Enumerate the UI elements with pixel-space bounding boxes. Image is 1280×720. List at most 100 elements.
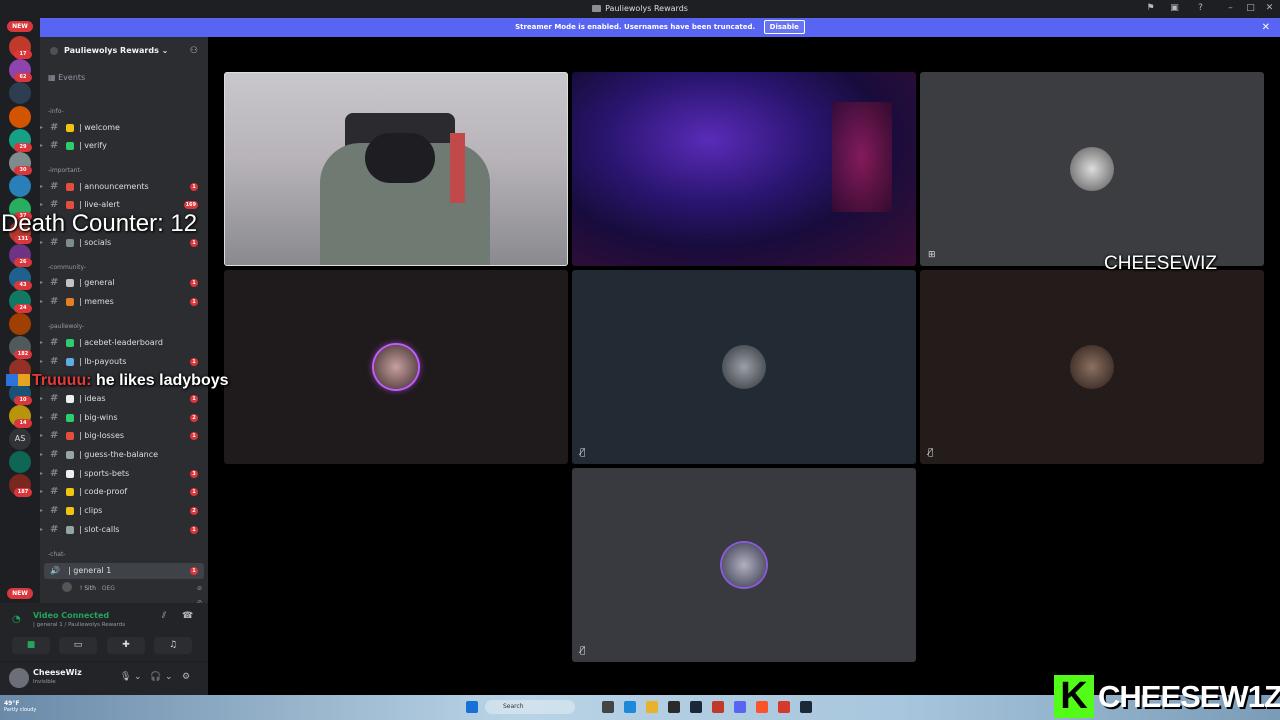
chevron-down-icon[interactable]: ⌄: [134, 672, 142, 682]
chevron-down-icon: ⌄: [158, 46, 169, 55]
video-tile-avatar-5[interactable]: 🎙̸: [572, 468, 916, 662]
close-banner-icon[interactable]: ✕: [1262, 18, 1270, 37]
channel-item[interactable]: ▸ # | verify: [40, 138, 208, 154]
events-item[interactable]: ▦ Events: [48, 73, 85, 82]
server-icon[interactable]: [9, 451, 31, 473]
steam-icon[interactable]: [690, 701, 702, 713]
screen-icon[interactable]: ▣: [1169, 3, 1180, 14]
server-icon[interactable]: [9, 82, 31, 104]
help-icon[interactable]: ?: [1195, 3, 1206, 14]
channel-item[interactable]: ▸ # | memes 1: [40, 294, 208, 310]
server-icon[interactable]: [9, 106, 31, 128]
channel-item[interactable]: ▸ # | big-wins 2: [40, 410, 208, 426]
settings-gear-icon[interactable]: ⚙: [182, 672, 190, 682]
channel-sidebar: Pauliewolys Rewards ⌄ ⚇ ▦ Events -info- …: [40, 37, 208, 603]
headphones-icon[interactable]: 🎧: [150, 672, 161, 682]
file-explorer-icon[interactable]: [646, 701, 658, 713]
soundboard-button[interactable]: ♫: [154, 637, 192, 654]
hash-icon: #: [50, 181, 59, 192]
channel-item[interactable]: ▸ # | slot-calls 1: [40, 522, 208, 538]
channel-item[interactable]: ▸ # | announcements 1: [40, 179, 208, 195]
channel-badge: 3: [190, 470, 198, 478]
hash-icon: #: [50, 393, 59, 404]
category-info[interactable]: -info-: [48, 108, 64, 115]
video-tile-webcam[interactable]: [224, 72, 568, 266]
user-name[interactable]: CheeseWiz: [33, 668, 82, 677]
video-tile-avatar-2[interactable]: [224, 270, 568, 464]
channel-item[interactable]: ▸ # | sports-bets 3: [40, 466, 208, 482]
shelf-shape: [450, 133, 465, 203]
channel-item[interactable]: ▸ # | code-proof 1: [40, 484, 208, 500]
channel-emoji-icon: [66, 142, 74, 150]
app-icon[interactable]: [778, 701, 790, 713]
chevron-down-icon[interactable]: ⌄: [165, 672, 173, 682]
channel-item[interactable]: ▸ # | clips 2: [40, 503, 208, 519]
discord-icon[interactable]: [734, 701, 746, 713]
voice-channel-badge: 1: [190, 567, 198, 575]
screen-share-button[interactable]: ▭: [59, 637, 97, 654]
channel-name: | verify: [79, 141, 107, 150]
chevron-right-icon: ▸: [40, 451, 44, 458]
start-icon[interactable]: [466, 701, 478, 713]
disable-button[interactable]: Disable: [763, 20, 805, 34]
voice-user[interactable]: ! Sith OEG ⊘ ⊘: [62, 582, 202, 603]
category-important[interactable]: -important-: [48, 167, 82, 174]
kick-channel-name: CHEESEW1Z: [1098, 679, 1280, 714]
invite-icon[interactable]: ⚇: [190, 37, 198, 65]
edge-icon[interactable]: [624, 701, 636, 713]
maximize-icon[interactable]: □: [1245, 3, 1256, 14]
server-badge: 30: [14, 166, 32, 175]
dm-avatar[interactable]: AS: [9, 428, 31, 450]
task-view-icon[interactable]: [602, 701, 614, 713]
app-icon[interactable]: [712, 701, 724, 713]
channel-emoji-icon: [66, 358, 74, 366]
brave-icon[interactable]: [756, 701, 768, 713]
chevron-right-icon: ▸: [40, 414, 44, 421]
close-window-icon[interactable]: ✕: [1264, 3, 1275, 14]
weather-widget[interactable]: 49°F Partly cloudy: [4, 700, 36, 713]
chat-overlay: Truuuu: he likes ladyboys: [6, 372, 229, 390]
channel-name: | acebet-leaderboard: [79, 338, 163, 347]
channel-item[interactable]: ▸ # | guess-the-balance: [40, 447, 208, 463]
voice-status-title[interactable]: Video Connected: [33, 611, 109, 620]
video-tile-avatar-1[interactable]: ⊞: [920, 72, 1264, 266]
voice-status-subtitle[interactable]: | general 1 / Pauliewolys Rewards: [33, 622, 125, 628]
hash-icon: #: [50, 277, 59, 288]
voice-channel-general-1[interactable]: 🔊 | general 1 1: [44, 563, 204, 579]
camera-button[interactable]: ■: [12, 637, 50, 654]
user-avatar[interactable]: [9, 668, 29, 688]
noise-suppression-icon[interactable]: ⫽: [162, 611, 166, 621]
disconnect-icon[interactable]: ☎: [182, 611, 193, 621]
new-badge: NEW: [7, 588, 33, 599]
app-icon[interactable]: [668, 701, 680, 713]
server-icon[interactable]: [9, 175, 31, 197]
channel-item[interactable]: ▸ # | acebet-leaderboard: [40, 335, 208, 351]
channel-emoji-icon: [66, 507, 74, 515]
server-dot-icon: [50, 47, 58, 55]
mic-icon[interactable]: 🎙: [120, 672, 131, 682]
channel-item[interactable]: ▸ # | ideas 1: [40, 391, 208, 407]
chevron-right-icon: ▸: [40, 526, 44, 533]
activities-button[interactable]: ✚: [107, 637, 145, 654]
taskbar-search[interactable]: Search: [485, 700, 575, 714]
video-tile-avatar-3[interactable]: 🎙̸: [572, 270, 916, 464]
channel-item[interactable]: ▸ # | big-losses 1: [40, 428, 208, 444]
category-pauliewoly[interactable]: -pauliewoly-: [48, 323, 84, 330]
minimize-icon[interactable]: –: [1225, 3, 1236, 14]
calendar-icon: ▦: [48, 73, 59, 82]
channel-item[interactable]: ▸ # | lb-payouts 1: [40, 354, 208, 370]
server-icon[interactable]: [9, 313, 31, 335]
steam-icon[interactable]: [800, 701, 812, 713]
channel-item[interactable]: ▸ # | welcome: [40, 120, 208, 136]
category-chat[interactable]: -chat-: [48, 551, 65, 558]
server-header[interactable]: Pauliewolys Rewards ⌄ ⚇: [40, 37, 208, 65]
video-tile-dark-room[interactable]: [572, 72, 916, 266]
inbox-icon[interactable]: ⚑: [1145, 3, 1156, 14]
channel-badge: 1: [190, 488, 198, 496]
channel-item[interactable]: ▸ # | general 1: [40, 275, 208, 291]
channel-name: | sports-bets: [79, 469, 130, 478]
category-community[interactable]: -community-: [48, 264, 86, 271]
channel-emoji-icon: [66, 298, 74, 306]
channel-name: | clips: [79, 506, 103, 515]
video-tile-avatar-4[interactable]: 🎙̸: [920, 270, 1264, 464]
